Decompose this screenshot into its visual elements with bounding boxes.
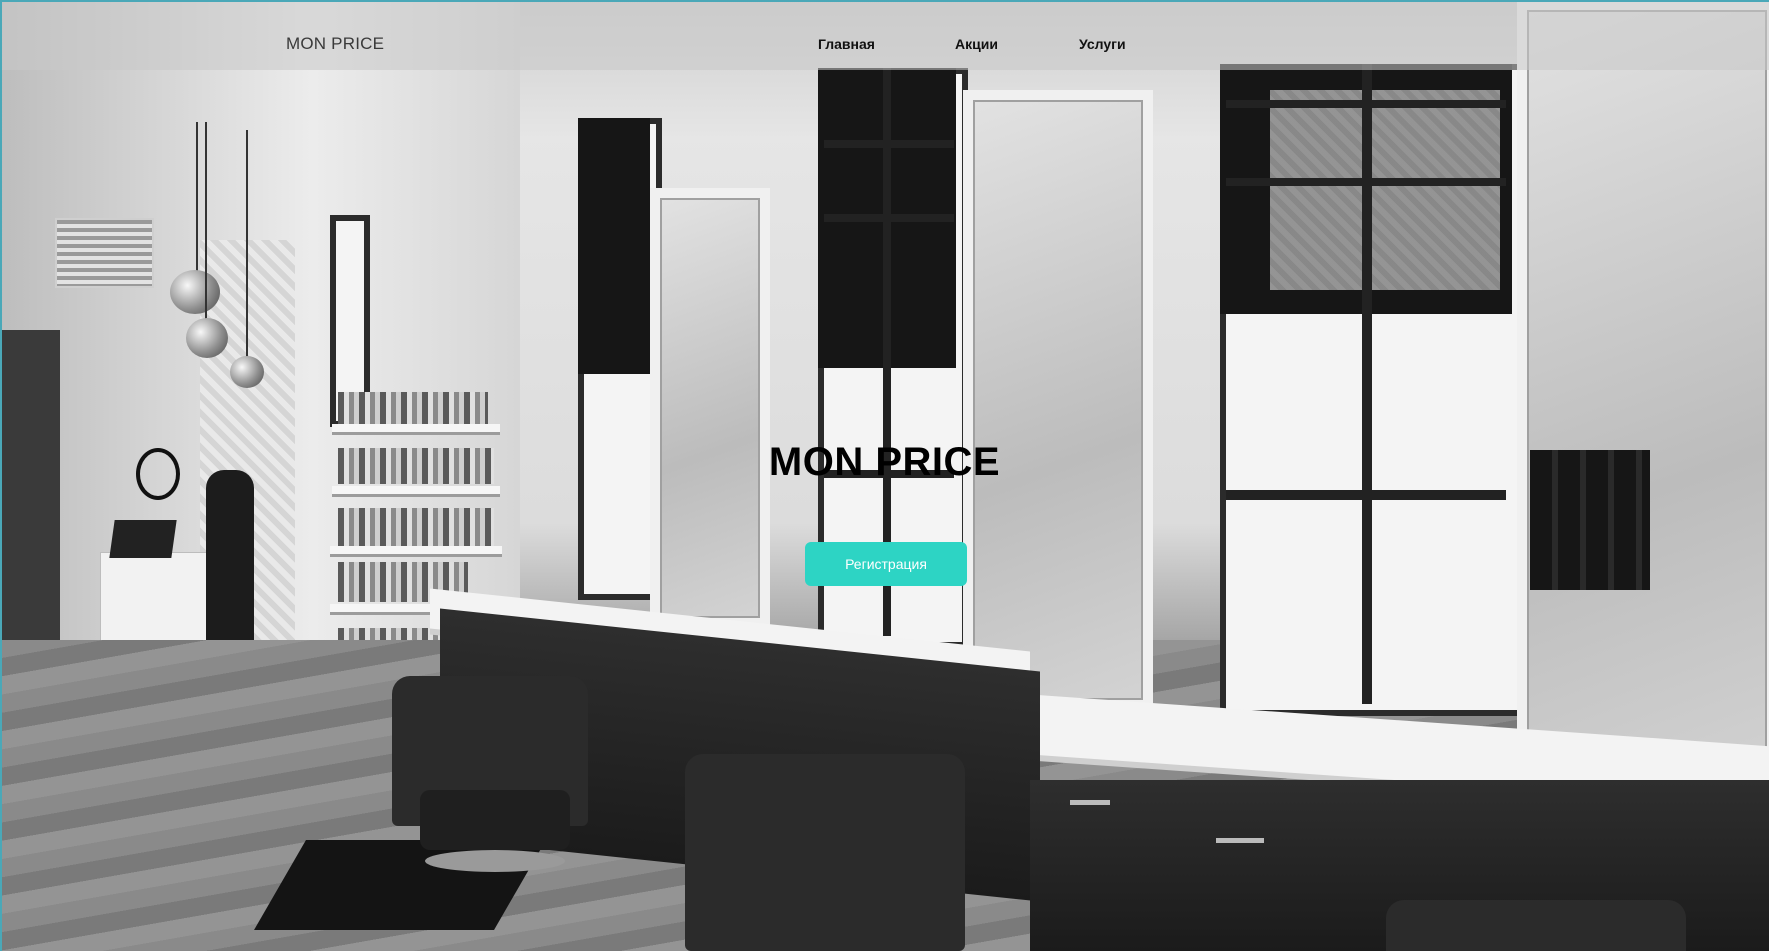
salon-chair	[685, 754, 965, 951]
wall-vent	[55, 218, 154, 288]
brick-outside	[1270, 90, 1500, 290]
cabinet-handle	[1070, 800, 1110, 805]
pendant-lamp	[186, 318, 228, 358]
top-navbar: MON PRICE Главная Акции Услуги	[0, 0, 1769, 70]
laptop	[109, 520, 177, 558]
pendant-lamp	[170, 270, 220, 314]
cabinet-handle	[1216, 838, 1264, 843]
register-button[interactable]: Регистрация	[805, 542, 967, 586]
product-bottles	[338, 392, 488, 426]
shelf	[332, 424, 500, 432]
shelf	[330, 546, 502, 554]
chair-seat	[420, 790, 570, 850]
window-blind	[578, 118, 650, 374]
product-bottles	[338, 508, 494, 546]
salon-chair	[1386, 900, 1686, 951]
styling-mirror	[650, 188, 770, 628]
window-frame-border	[0, 0, 2, 951]
styling-mirror	[963, 90, 1153, 710]
window-mullion	[1226, 490, 1506, 500]
nav-link-promotions[interactable]: Акции	[955, 36, 998, 52]
lamp-wire	[205, 122, 207, 322]
pendant-lamp	[230, 356, 264, 388]
window-frame-border	[0, 0, 1769, 2]
lamp-wire	[246, 130, 248, 360]
chair-base	[425, 850, 565, 872]
nav-link-home[interactable]: Главная	[818, 36, 875, 52]
lamp-wire	[196, 122, 198, 282]
hero-title: MON PRICE	[768, 440, 1001, 484]
window-mullion	[1362, 64, 1372, 704]
doorway	[0, 330, 60, 660]
nav-link-services[interactable]: Услуги	[1079, 36, 1126, 52]
styling-mirror	[1517, 0, 1769, 810]
window-mullion	[1226, 178, 1506, 186]
window-mullion	[1226, 100, 1506, 108]
shelf	[332, 486, 500, 494]
brand-logo[interactable]: MON PRICE	[286, 34, 384, 54]
